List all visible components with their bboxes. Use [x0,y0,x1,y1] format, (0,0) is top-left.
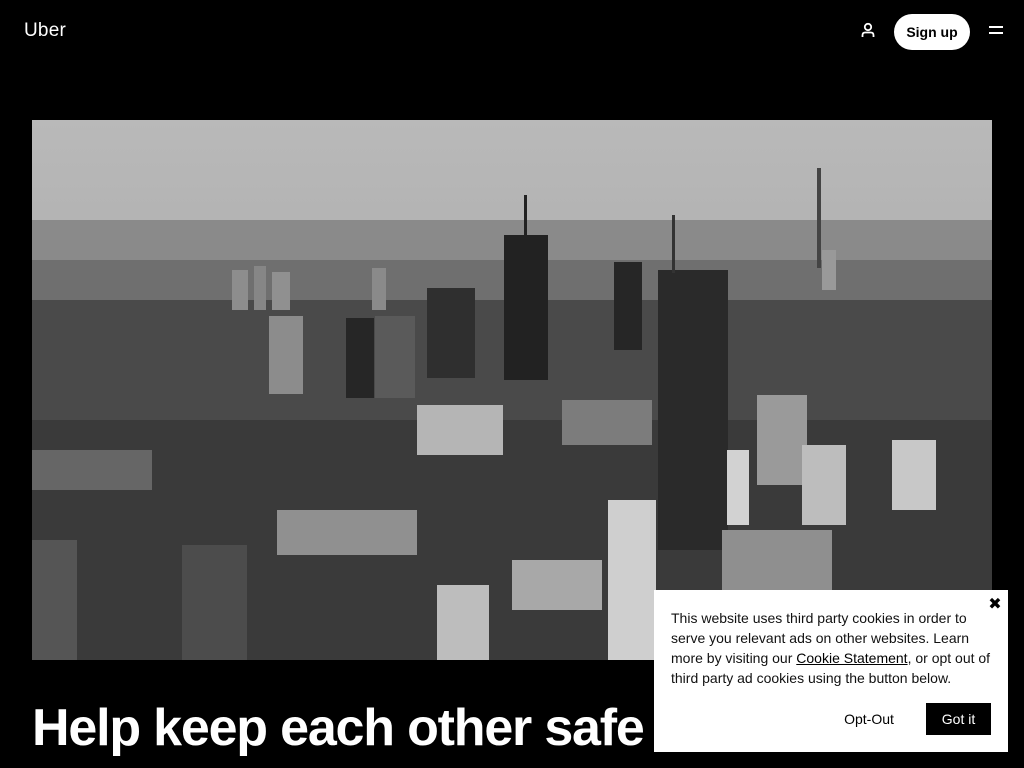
city-skyline-image [32,120,992,660]
account-button[interactable] [856,20,880,44]
top-navigation-bar: Uber Sign up [0,0,1024,64]
menu-button[interactable] [984,20,1008,44]
sign-up-button[interactable]: Sign up [894,14,970,50]
got-it-button[interactable]: Got it [926,703,991,735]
opt-out-button[interactable]: Opt-Out [832,704,906,734]
cookie-statement-link[interactable]: Cookie Statement [796,650,907,666]
cookie-consent-banner: ✖ This website uses third party cookies … [654,590,1008,752]
page-headline: Help keep each other safe [32,699,645,757]
cookie-message: This website uses third party cookies in… [671,608,993,688]
person-icon [860,22,876,43]
hamburger-menu-icon [988,23,1004,41]
uber-logo[interactable]: Uber [24,20,66,42]
hero-image [32,120,992,660]
